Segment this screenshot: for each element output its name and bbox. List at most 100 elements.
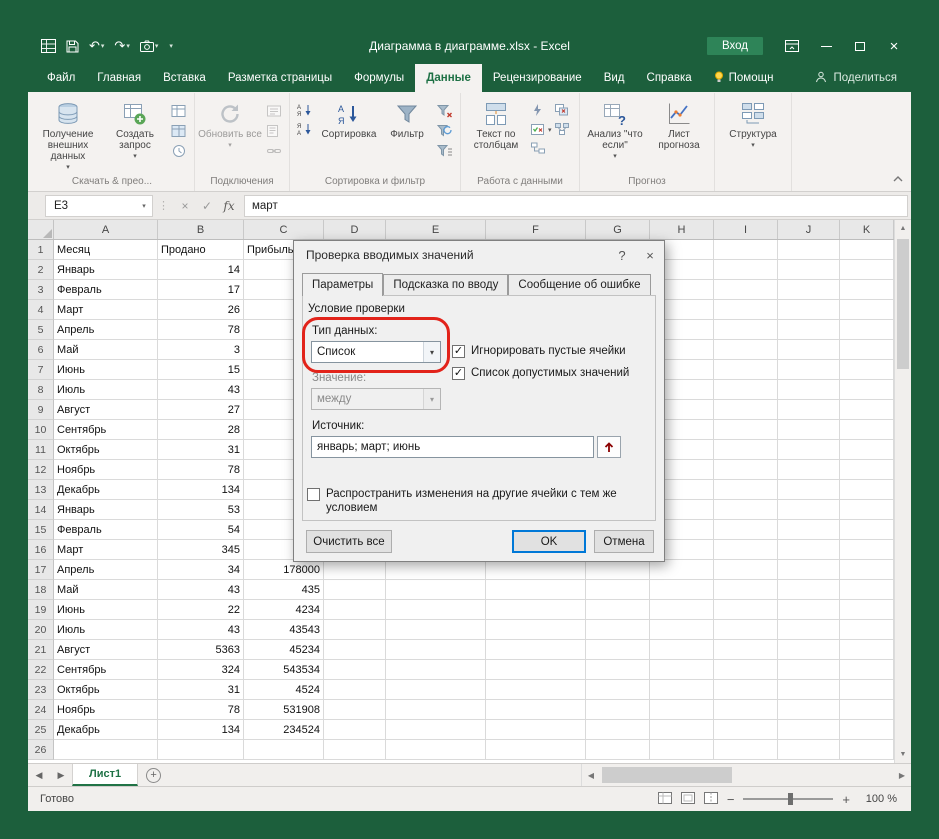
cell-E22[interactable]: [386, 660, 486, 680]
cell-A23[interactable]: Октябрь: [54, 680, 158, 700]
cell-J5[interactable]: [778, 320, 840, 340]
cell-I18[interactable]: [714, 580, 778, 600]
cell-H17[interactable]: [650, 560, 714, 580]
cell-J7[interactable]: [778, 360, 840, 380]
cell-I11[interactable]: [714, 440, 778, 460]
cell-K2[interactable]: [840, 260, 894, 280]
cell-K10[interactable]: [840, 420, 894, 440]
cell-B1[interactable]: Продано: [158, 240, 244, 260]
cell-K11[interactable]: [840, 440, 894, 460]
vertical-scroll-thumb[interactable]: [897, 239, 909, 369]
column-header-B[interactable]: B: [158, 220, 244, 239]
cell-K4[interactable]: [840, 300, 894, 320]
cell-B10[interactable]: 28: [158, 420, 244, 440]
row-header-10[interactable]: 10: [28, 420, 54, 440]
cell-I15[interactable]: [714, 520, 778, 540]
cell-B4[interactable]: 26: [158, 300, 244, 320]
cell-H24[interactable]: [650, 700, 714, 720]
cell-J1[interactable]: [778, 240, 840, 260]
cell-G17[interactable]: [586, 560, 650, 580]
cell-H25[interactable]: [650, 720, 714, 740]
cell-K8[interactable]: [840, 380, 894, 400]
cell-J6[interactable]: [778, 340, 840, 360]
sort-descending-button[interactable]: ЯА: [295, 121, 315, 137]
cell-F19[interactable]: [486, 600, 586, 620]
cell-K19[interactable]: [840, 600, 894, 620]
relationships-icon[interactable]: [528, 139, 548, 156]
cell-A3[interactable]: Февраль: [54, 280, 158, 300]
row-header-8[interactable]: 8: [28, 380, 54, 400]
cell-A5[interactable]: Апрель: [54, 320, 158, 340]
cell-D20[interactable]: [324, 620, 386, 640]
cell-G23[interactable]: [586, 680, 650, 700]
cell-B15[interactable]: 54: [158, 520, 244, 540]
cell-I25[interactable]: [714, 720, 778, 740]
cell-G26[interactable]: [586, 740, 650, 760]
cell-K6[interactable]: [840, 340, 894, 360]
row-header-12[interactable]: 12: [28, 460, 54, 480]
column-header-K[interactable]: K: [840, 220, 894, 239]
cell-A19[interactable]: Июнь: [54, 600, 158, 620]
cell-E19[interactable]: [386, 600, 486, 620]
column-header-A[interactable]: A: [54, 220, 158, 239]
row-header-24[interactable]: 24: [28, 700, 54, 720]
horizontal-scrollbar[interactable]: ◀ ▶: [581, 764, 911, 786]
structure-button[interactable]: Структура ▾: [718, 96, 788, 174]
cell-C20[interactable]: 43543: [244, 620, 324, 640]
cancel-entry-icon[interactable]: ×: [174, 199, 196, 213]
cell-B16[interactable]: 345: [158, 540, 244, 560]
show-queries-icon[interactable]: [169, 102, 189, 119]
column-header-F[interactable]: F: [486, 220, 586, 239]
cell-I16[interactable]: [714, 540, 778, 560]
cell-A2[interactable]: Январь: [54, 260, 158, 280]
cell-D24[interactable]: [324, 700, 386, 720]
cell-C21[interactable]: 45234: [244, 640, 324, 660]
cell-B14[interactable]: 53: [158, 500, 244, 520]
row-header-22[interactable]: 22: [28, 660, 54, 680]
edit-links-icon[interactable]: [264, 142, 284, 159]
dialog-tab-parameters[interactable]: Параметры: [302, 273, 383, 296]
row-header-1[interactable]: 1: [28, 240, 54, 260]
cell-K22[interactable]: [840, 660, 894, 680]
cell-I1[interactable]: [714, 240, 778, 260]
cell-H23[interactable]: [650, 680, 714, 700]
row-header-13[interactable]: 13: [28, 480, 54, 500]
cell-A11[interactable]: Октябрь: [54, 440, 158, 460]
cell-F25[interactable]: [486, 720, 586, 740]
select-all-corner[interactable]: [28, 220, 54, 239]
in-cell-dropdown-checkbox[interactable]: ✓ Список допустимых значений: [452, 366, 629, 380]
cell-I6[interactable]: [714, 340, 778, 360]
scroll-left-icon[interactable]: ◀: [582, 771, 600, 780]
scroll-up-icon[interactable]: ▲: [895, 220, 911, 237]
cell-K12[interactable]: [840, 460, 894, 480]
sheet-nav-right-icon[interactable]: ▶: [50, 770, 72, 781]
cell-B22[interactable]: 324: [158, 660, 244, 680]
cell-B18[interactable]: 43: [158, 580, 244, 600]
save-icon[interactable]: [63, 35, 82, 57]
row-header-23[interactable]: 23: [28, 680, 54, 700]
cell-A24[interactable]: Ноябрь: [54, 700, 158, 720]
cell-J8[interactable]: [778, 380, 840, 400]
tab-file[interactable]: Файл: [36, 64, 86, 92]
cell-A16[interactable]: Март: [54, 540, 158, 560]
connections-icon[interactable]: [264, 102, 284, 119]
cell-H20[interactable]: [650, 620, 714, 640]
column-header-J[interactable]: J: [778, 220, 840, 239]
what-if-button[interactable]: ? Анализ "что если" ▾: [583, 96, 647, 174]
row-header-15[interactable]: 15: [28, 520, 54, 540]
cell-A18[interactable]: Май: [54, 580, 158, 600]
cell-A1[interactable]: Месяц: [54, 240, 158, 260]
zoom-level[interactable]: 100 %: [859, 793, 897, 805]
row-header-17[interactable]: 17: [28, 560, 54, 580]
cell-E26[interactable]: [386, 740, 486, 760]
cell-B21[interactable]: 5363: [158, 640, 244, 660]
propagate-checkbox[interactable]: Распространить изменения на другие ячейк…: [307, 487, 651, 515]
cell-B11[interactable]: 31: [158, 440, 244, 460]
cell-B5[interactable]: 78: [158, 320, 244, 340]
cell-A8[interactable]: Июль: [54, 380, 158, 400]
cell-A10[interactable]: Сентябрь: [54, 420, 158, 440]
zoom-slider[interactable]: [743, 798, 833, 800]
cell-C22[interactable]: 543534: [244, 660, 324, 680]
cell-D25[interactable]: [324, 720, 386, 740]
scroll-down-icon[interactable]: ▼: [895, 746, 911, 763]
